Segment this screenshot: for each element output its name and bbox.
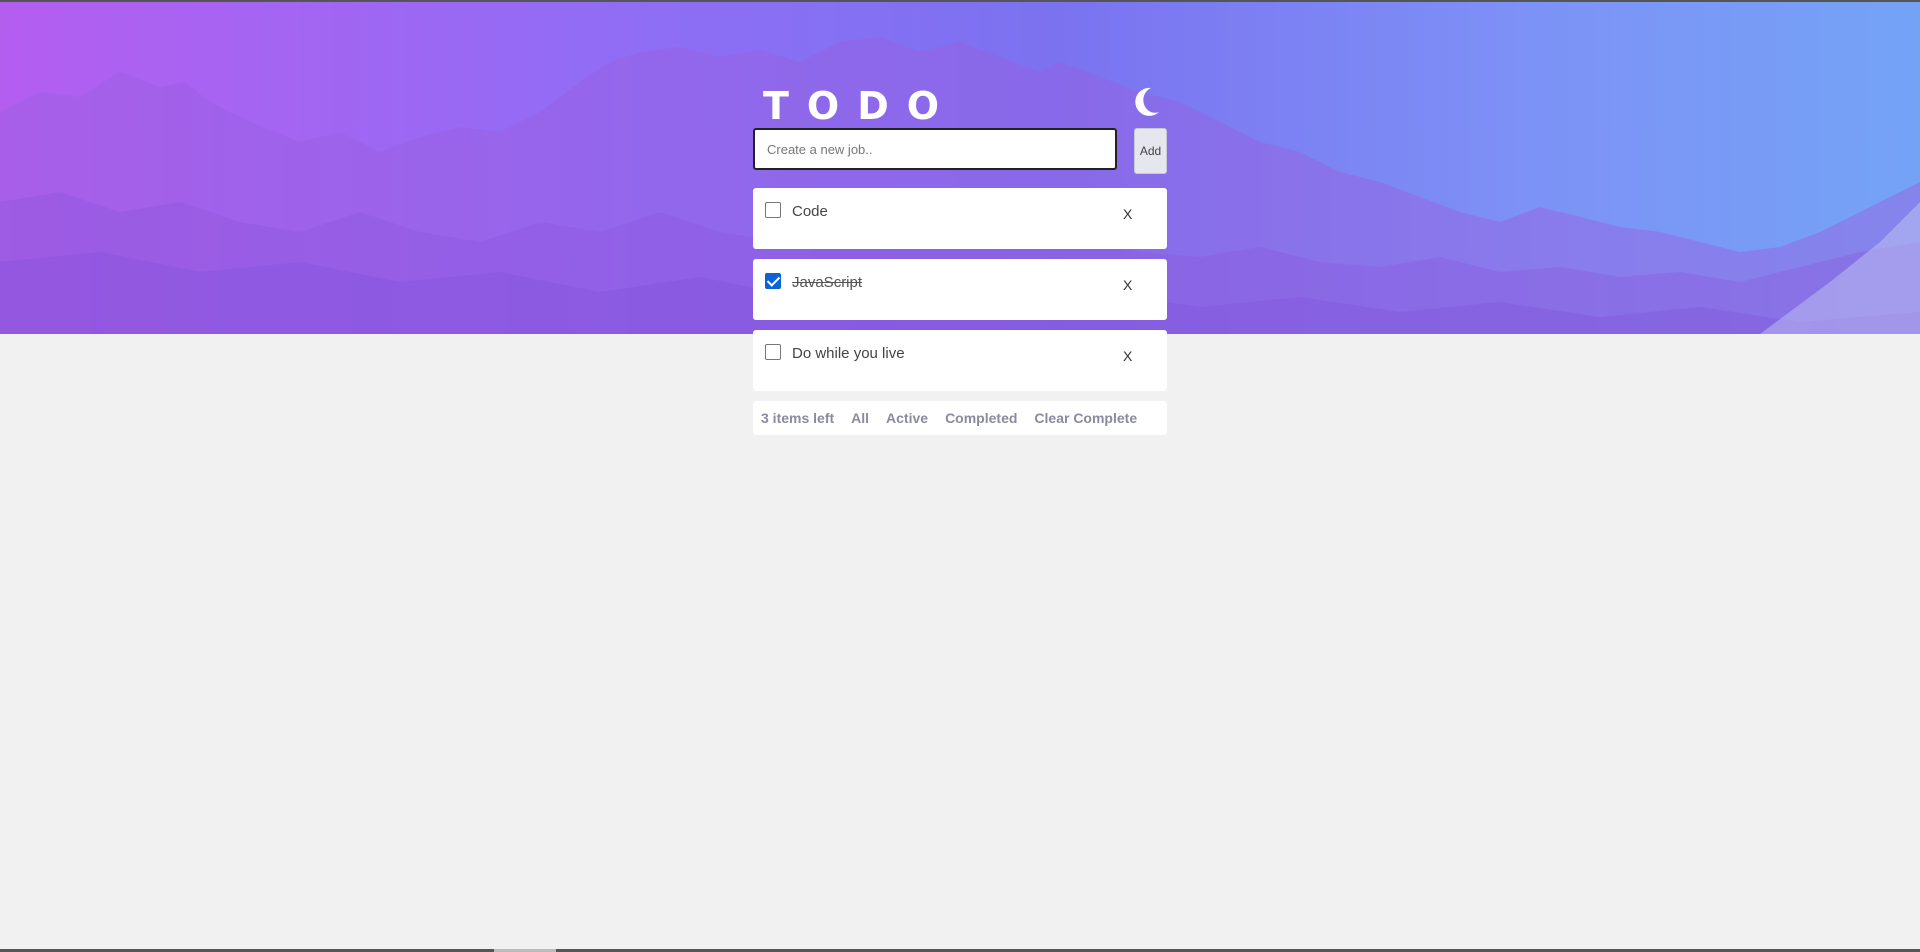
todo-footer: 3 items left All Active Completed Clear … bbox=[753, 401, 1167, 435]
todo-app: TODO Add Code X JavaScript X Do while yo… bbox=[753, 80, 1167, 435]
todo-text: JavaScript bbox=[792, 274, 863, 291]
todo-checkbox-checked[interactable] bbox=[765, 273, 781, 289]
todo-list: Code X JavaScript X Do while you live X bbox=[753, 188, 1167, 391]
filter-all[interactable]: All bbox=[851, 410, 869, 426]
header: TODO bbox=[753, 80, 1167, 128]
items-left-count: 3 items left bbox=[761, 410, 835, 426]
todo-checkbox[interactable] bbox=[765, 202, 781, 218]
todo-item: Code X bbox=[753, 188, 1167, 249]
app-title: TODO bbox=[763, 84, 958, 128]
delete-button[interactable]: X bbox=[1123, 206, 1132, 222]
todo-text: Do while you live bbox=[792, 345, 905, 362]
moon-icon[interactable] bbox=[1131, 86, 1161, 118]
filter-completed[interactable]: Completed bbox=[945, 410, 1017, 426]
new-job-form: Add bbox=[753, 128, 1167, 174]
todo-item: Do while you live X bbox=[753, 330, 1167, 391]
add-button[interactable]: Add bbox=[1134, 128, 1167, 174]
delete-button[interactable]: X bbox=[1123, 277, 1132, 293]
new-job-input[interactable] bbox=[753, 128, 1117, 170]
todo-text: Code bbox=[792, 203, 828, 220]
delete-button[interactable]: X bbox=[1123, 348, 1132, 364]
clear-completed-button[interactable]: Clear Complete bbox=[1034, 410, 1137, 426]
filter-active[interactable]: Active bbox=[886, 410, 928, 426]
todo-item: JavaScript X bbox=[753, 259, 1167, 320]
todo-checkbox[interactable] bbox=[765, 344, 781, 360]
